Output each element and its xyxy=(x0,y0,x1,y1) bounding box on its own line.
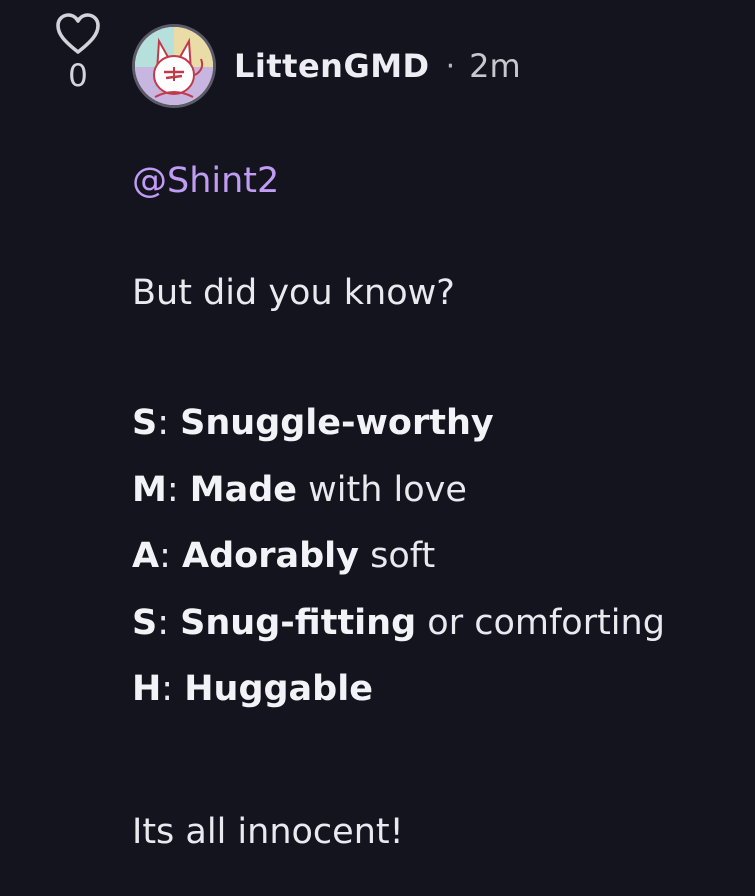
post-body: @Shint2 But did you know? S: Snuggle-wor… xyxy=(132,158,742,855)
acronym-colon: : xyxy=(159,536,171,576)
mention-link[interactable]: @Shint2 xyxy=(132,158,742,204)
acronym-rest: with love xyxy=(297,469,467,510)
acronym-letter: H xyxy=(132,669,162,709)
heart-icon[interactable] xyxy=(54,12,102,56)
acronym-word: Snuggle-worthy xyxy=(180,403,494,443)
author-avatar[interactable] xyxy=(132,24,216,108)
acronym-colon: : xyxy=(161,669,174,709)
meta-separator: · xyxy=(445,48,456,84)
acronym-line: H: Huggable xyxy=(132,656,742,723)
like-control: 0 xyxy=(50,12,106,94)
acronym-letter: S xyxy=(132,602,158,643)
acronym-colon: : xyxy=(157,403,170,443)
post-header: LittenGMD · 2m xyxy=(132,20,521,112)
outro-text: Its all innocent! xyxy=(132,811,404,852)
post-timestamp: 2m xyxy=(469,47,521,85)
acronym-colon: : xyxy=(157,602,170,643)
intro-text: But did you know? xyxy=(132,273,455,313)
acronym-letter: M xyxy=(132,469,167,510)
acronym-letter: S xyxy=(132,403,158,443)
acronym-line: S: Snug-fitting or comforting xyxy=(132,590,742,657)
acronym-word: Made xyxy=(189,469,298,510)
acronym-rest: soft xyxy=(358,536,436,576)
acronym-line: M: Made with love xyxy=(132,457,742,524)
acronym-word: Huggable xyxy=(184,669,373,709)
acronym-colon: : xyxy=(166,469,179,510)
acronym-line: A: Adorably soft xyxy=(132,523,742,590)
acronym-list: S: Snuggle-worthy M: Made with love A: A… xyxy=(132,390,742,723)
like-count: 0 xyxy=(68,58,88,94)
author-username[interactable]: LittenGMD xyxy=(234,47,430,85)
acronym-rest: or comforting xyxy=(416,602,665,643)
acronym-line: S: Snuggle-worthy xyxy=(132,390,742,457)
acronym-word: Adorably xyxy=(182,536,359,576)
cat-avatar-image xyxy=(135,27,213,105)
acronym-word: Snug-fitting xyxy=(180,602,417,643)
acronym-letter: A xyxy=(132,536,160,576)
